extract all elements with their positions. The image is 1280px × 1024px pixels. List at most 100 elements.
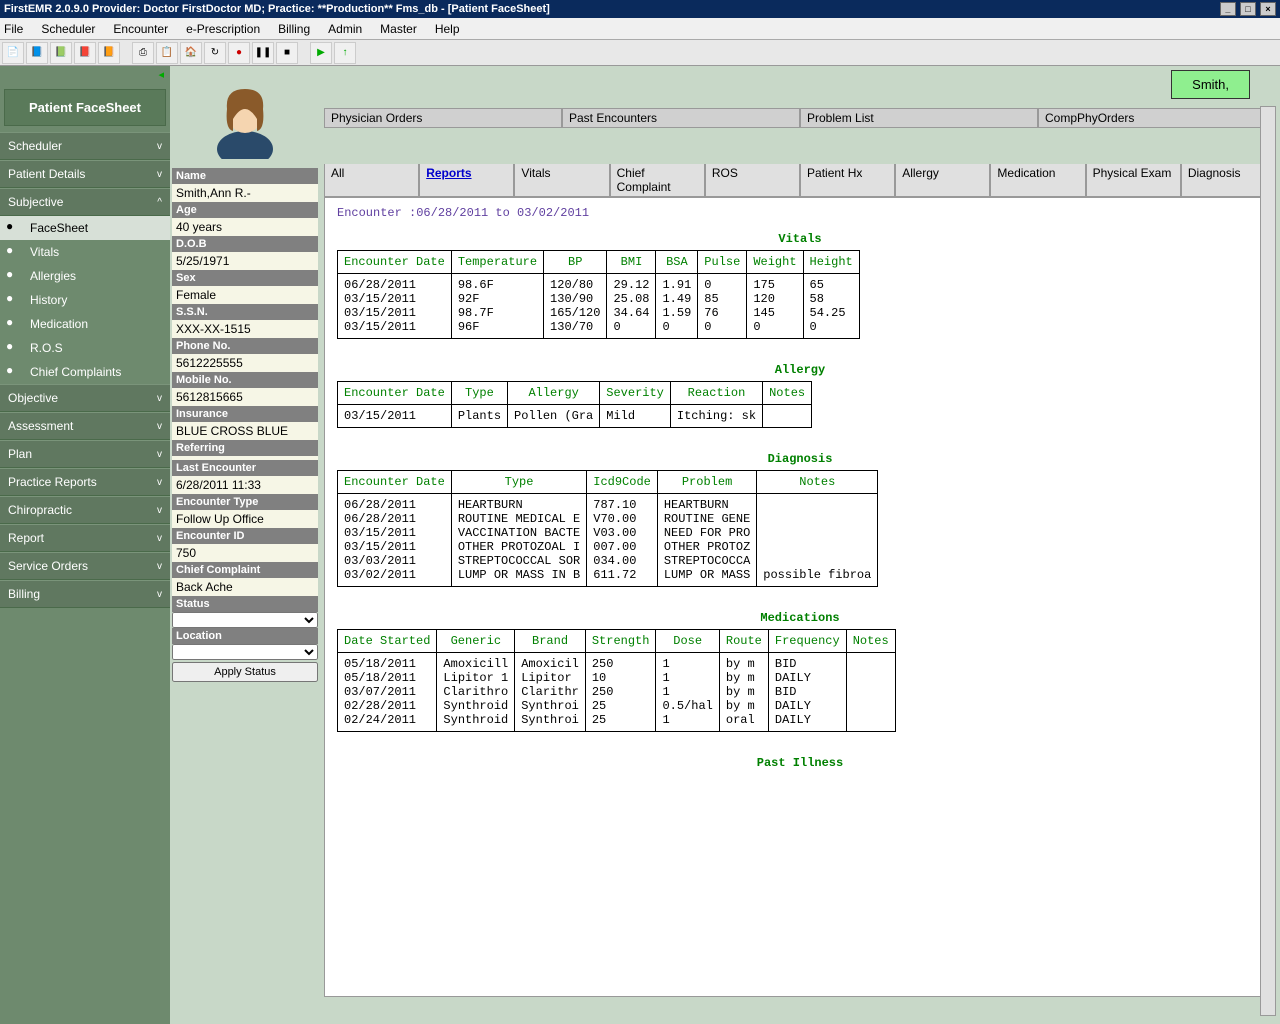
pt-label-insurance: Insurance — [172, 406, 318, 422]
menubar: File Scheduler Encounter e-Prescription Bill… — [0, 18, 1280, 40]
pt-value-mobileno: 5612815665 — [172, 388, 318, 406]
patient-panel: NameSmith,Ann R.-Age40 yearsD.O.B5/25/19… — [170, 66, 320, 1024]
toolbar-btn-4[interactable]: 📕 — [74, 42, 96, 64]
tab-compphyorders[interactable]: CompPhyOrders — [1038, 108, 1276, 128]
tab-patienthx[interactable]: Patient Hx — [800, 164, 895, 197]
sidebar-item-billing[interactable]: Billingv — [0, 580, 170, 608]
close-button[interactable]: × — [1260, 2, 1276, 16]
pt-label-dob: D.O.B — [172, 236, 318, 252]
pt-value-phoneno: 5612225555 — [172, 354, 318, 372]
toolbar-pause-icon[interactable]: ❚❚ — [252, 42, 274, 64]
toolbar-stop-icon[interactable]: ■ — [276, 42, 298, 64]
toolbar-btn-9[interactable]: ↻ — [204, 42, 226, 64]
table-row: 05/18/201105/18/201103/07/201102/28/2011… — [338, 653, 896, 732]
menu-scheduler[interactable]: Scheduler — [41, 22, 95, 36]
pt-value-insurance: BLUE CROSS BLUE — [172, 422, 318, 440]
section-title-pastillness: Past Illness — [337, 756, 1263, 770]
sidebar-item-vitals[interactable]: ●Vitals — [0, 240, 170, 264]
tab-pastencounters[interactable]: Past Encounters — [562, 108, 800, 128]
section-title-vitals: Vitals — [337, 232, 1263, 246]
pt-value-encounterid: 750 — [172, 544, 318, 562]
sidebar-item-ros[interactable]: ●R.O.S — [0, 336, 170, 360]
minimize-button[interactable]: _ — [1220, 2, 1236, 16]
pt-value-encountertype: Follow Up Office — [172, 510, 318, 528]
table-vitals: Encounter DateTemperatureBPBMIBSAPulseWe… — [337, 250, 860, 339]
pt-value-name: Smith,Ann R.- — [172, 184, 318, 202]
tab-allergy[interactable]: Allergy — [895, 164, 990, 197]
tab-medication[interactable]: Medication — [990, 164, 1085, 197]
sidebar-item-assessment[interactable]: Assessmentv — [0, 412, 170, 440]
pt-label-lastencounter: Last Encounter — [172, 460, 318, 476]
sidebar-item-history[interactable]: ●History — [0, 288, 170, 312]
window-controls: _ □ × — [1219, 0, 1276, 18]
tab-chiefcomplaint[interactable]: Chief Complaint — [610, 164, 705, 197]
toolbar-play-icon[interactable]: ▶ — [310, 42, 332, 64]
report-body: Encounter :06/28/2011 to 03/02/2011 Vita… — [324, 197, 1276, 997]
pt-label-name: Name — [172, 168, 318, 184]
toolbar-btn-8[interactable]: 🏠 — [180, 42, 202, 64]
pt-label-encountertype: Encounter Type — [172, 494, 318, 510]
sidebar-item-chiropractic[interactable]: Chiropracticv — [0, 496, 170, 524]
apply-status-button[interactable]: Apply Status — [172, 662, 318, 682]
toolbar-btn-2[interactable]: 📘 — [26, 42, 48, 64]
pt-label-phoneno: Phone No. — [172, 338, 318, 354]
sidebar-item-practicereports[interactable]: Practice Reportsv — [0, 468, 170, 496]
sidebar-item-medication[interactable]: ●Medication — [0, 312, 170, 336]
tabs-sub-row: AllReportsVitalsChief ComplaintROSPatien… — [324, 164, 1276, 197]
tab-problemlist[interactable]: Problem List — [800, 108, 1038, 128]
pt-value-dob: 5/25/1971 — [172, 252, 318, 270]
table-allergy: Encounter DateTypeAllergySeverityReactio… — [337, 381, 812, 428]
maximize-button[interactable]: □ — [1240, 2, 1256, 16]
window-titlebar: FirstEMR 2.0.9.0 Provider: Doctor FirstD… — [0, 0, 1280, 18]
toolbar-btn-5[interactable]: 📙 — [98, 42, 120, 64]
toolbar-btn-6[interactable]: ⎙ — [132, 42, 154, 64]
status-select[interactable] — [172, 612, 318, 628]
sidebar-item-subjective[interactable]: Subjective^ — [0, 188, 170, 216]
section-title-medications: Medications — [337, 611, 1263, 625]
sidebar-item-facesheet[interactable]: ●FaceSheet — [0, 216, 170, 240]
pt-label-encounterid: Encounter ID — [172, 528, 318, 544]
sidebar-item-serviceorders[interactable]: Service Ordersv — [0, 552, 170, 580]
location-label: Location — [172, 628, 318, 644]
patient-badge[interactable]: Smith, — [1171, 70, 1250, 99]
toolbar-btn-7[interactable]: 📋 — [156, 42, 178, 64]
sidebar-item-patientdetails[interactable]: Patient Detailsv — [0, 160, 170, 188]
tab-all[interactable]: All — [324, 164, 419, 197]
pt-label-sex: Sex — [172, 270, 318, 286]
tab-ros[interactable]: ROS — [705, 164, 800, 197]
sidebar-header: Patient FaceSheet — [4, 89, 166, 126]
pt-label-chiefcomplaint: Chief Complaint — [172, 562, 318, 578]
menu-eprescription[interactable]: e-Prescription — [186, 22, 260, 36]
tab-reports[interactable]: Reports — [419, 164, 514, 197]
pt-value-lastencounter: 6/28/2011 11:33 — [172, 476, 318, 494]
tab-vitals[interactable]: Vitals — [514, 164, 609, 197]
pt-label-mobileno: Mobile No. — [172, 372, 318, 388]
table-row: 06/28/201106/28/201103/15/201103/15/2011… — [338, 494, 878, 587]
menu-encounter[interactable]: Encounter — [113, 22, 168, 36]
pt-value-ssn: XXX-XX-1515 — [172, 320, 318, 338]
menu-file[interactable]: File — [4, 22, 23, 36]
sidebar-item-scheduler[interactable]: Schedulerv — [0, 132, 170, 160]
toolbar-up-icon[interactable]: ↑ — [334, 42, 356, 64]
tabs-top-row: Physician OrdersPast EncountersProblem L… — [324, 108, 1276, 128]
toolbar-record-icon[interactable]: ● — [228, 42, 250, 64]
menu-billing[interactable]: Billing — [278, 22, 310, 36]
toolbar-btn-3[interactable]: 📗 — [50, 42, 72, 64]
sidebar-item-plan[interactable]: Planv — [0, 440, 170, 468]
vertical-scrollbar[interactable] — [1260, 106, 1276, 1016]
sidebar-item-objective[interactable]: Objectivev — [0, 384, 170, 412]
menu-master[interactable]: Master — [380, 22, 417, 36]
location-select[interactable] — [172, 644, 318, 660]
sidebar-toggle-icon[interactable]: ◂ — [0, 66, 170, 83]
sidebar-item-allergies[interactable]: ●Allergies — [0, 264, 170, 288]
tab-physicalexam[interactable]: Physical Exam — [1086, 164, 1181, 197]
tab-physicianorders[interactable]: Physician Orders — [324, 108, 562, 128]
section-title-diagnosis: Diagnosis — [337, 452, 1263, 466]
menu-admin[interactable]: Admin — [328, 22, 362, 36]
toolbar-btn-1[interactable]: 📄 — [2, 42, 24, 64]
section-title-allergy: Allergy — [337, 363, 1263, 377]
sidebar-item-chiefcomplaints[interactable]: ●Chief Complaints — [0, 360, 170, 384]
sidebar-item-report[interactable]: Reportv — [0, 524, 170, 552]
pt-value-age: 40 years — [172, 218, 318, 236]
menu-help[interactable]: Help — [435, 22, 460, 36]
